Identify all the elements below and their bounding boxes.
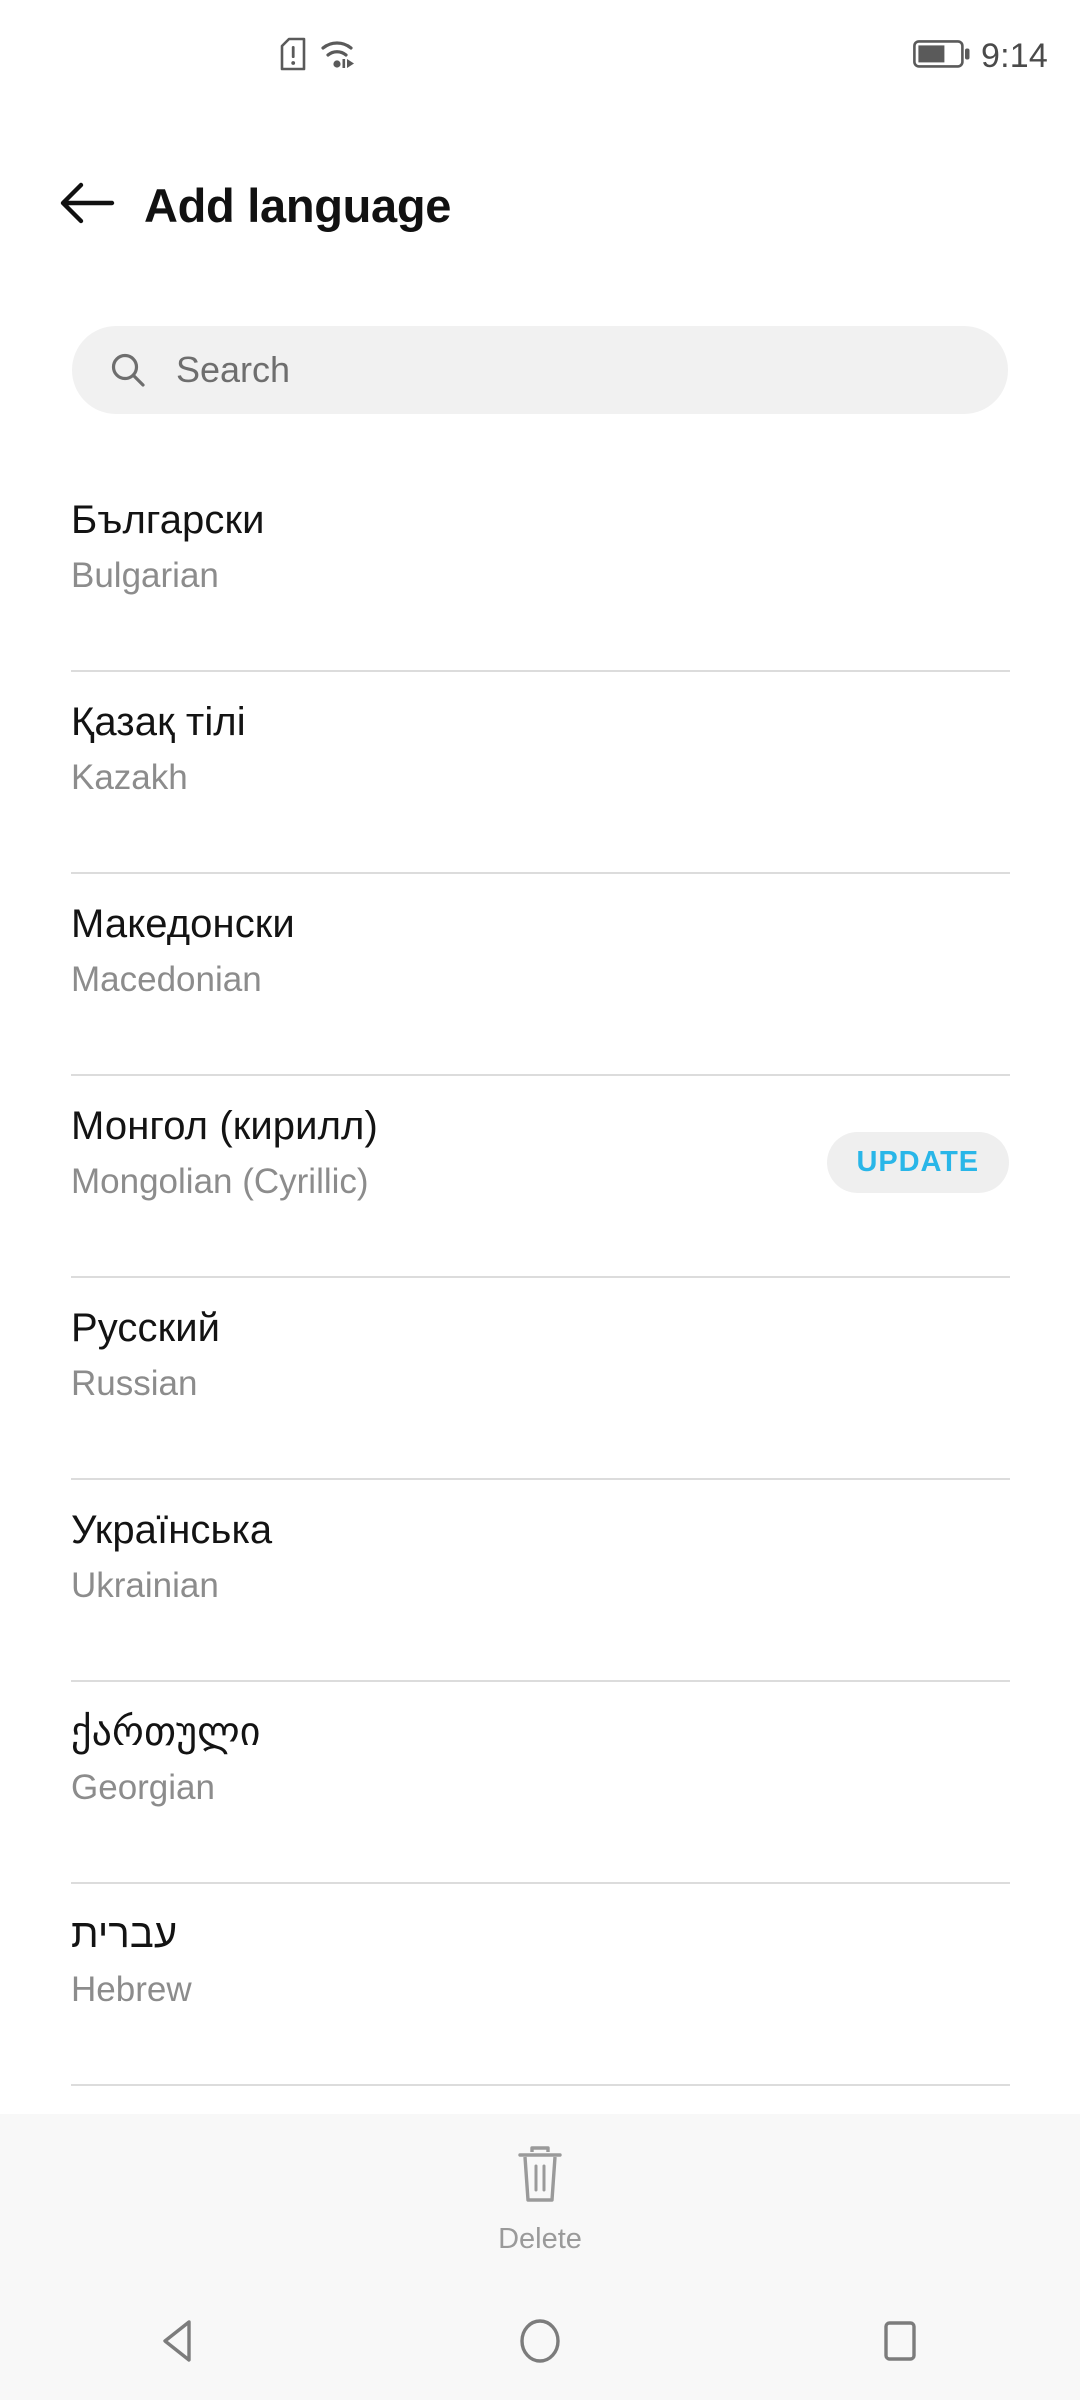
- status-bar: 9:14: [0, 0, 1080, 112]
- nav-back-button[interactable]: [105, 2286, 255, 2400]
- language-english-name: Georgian: [71, 1767, 215, 1807]
- phone-screen: 9:14 Add language Search Български Bulgar…: [0, 0, 1080, 2400]
- language-row[interactable]: Български Bulgarian: [0, 470, 1080, 672]
- language-row[interactable]: Русский Russian: [0, 1278, 1080, 1480]
- language-row-texts: Русский Russian: [71, 1278, 220, 1405]
- language-row[interactable]: Македонски Macedonian: [0, 874, 1080, 1076]
- language-native-name: Русский: [71, 1306, 221, 1350]
- language-english-name: Mongolian (Cyrillic): [71, 1161, 369, 1201]
- sim-card-alert-icon: [280, 37, 306, 76]
- language-english-name: Kazakh: [71, 757, 188, 797]
- language-english-name: Ukrainian: [71, 1565, 219, 1605]
- trash-icon: [512, 2144, 568, 2211]
- language-native-name: Қазақ тілі: [71, 700, 246, 744]
- language-english-name: Bulgarian: [71, 555, 219, 595]
- row-divider: [71, 2084, 1010, 2086]
- language-list: Български Bulgarian Қазақ тілі Kazakh Македо…: [0, 470, 1080, 2086]
- nav-home-button[interactable]: [465, 2286, 615, 2400]
- nav-home-circle-icon: [516, 2315, 564, 2372]
- language-native-name: Македонски: [71, 902, 295, 946]
- bottom-action-bar: Delete: [0, 2114, 1080, 2286]
- language-row[interactable]: Українська Ukrainian: [0, 1480, 1080, 1682]
- delete-button[interactable]: Delete: [498, 2144, 582, 2256]
- language-row[interactable]: Қазақ тілі Kazakh: [0, 672, 1080, 874]
- language-english-name: Hebrew: [71, 1969, 192, 2009]
- nav-recents-button[interactable]: [825, 2286, 975, 2400]
- battery-icon: [913, 39, 971, 74]
- wifi-icon: [320, 37, 358, 76]
- delete-label: Delete: [498, 2223, 582, 2255]
- language-row[interactable]: ქართული Georgian: [0, 1682, 1080, 1884]
- language-row-texts: עברית Hebrew: [71, 1884, 192, 2011]
- arrow-left-icon: [58, 180, 116, 231]
- language-native-name: Български: [71, 498, 265, 542]
- nav-back-triangle-icon: [157, 2317, 203, 2370]
- language-row[interactable]: עברית Hebrew: [0, 1884, 1080, 2086]
- search-icon: [108, 350, 148, 390]
- search-field[interactable]: Search: [72, 326, 1008, 414]
- back-button[interactable]: [44, 162, 130, 248]
- system-navigation-bar: [0, 2286, 1080, 2400]
- nav-recents-square-icon: [877, 2317, 923, 2370]
- search-placeholder: Search: [176, 349, 291, 390]
- language-row-texts: Қазақ тілі Kazakh: [71, 672, 246, 799]
- language-row-texts: Македонски Macedonian: [71, 874, 295, 1001]
- update-button[interactable]: UPDATE: [826, 1132, 1009, 1193]
- language-native-name: עברית: [71, 1912, 178, 1956]
- language-native-name: Монгол (кирилл): [71, 1104, 378, 1148]
- language-row[interactable]: Монгол (кирилл) Mongolian (Cyrillic) UPDAT…: [0, 1076, 1080, 1278]
- language-english-name: Macedonian: [71, 959, 262, 999]
- language-row-texts: Українська Ukrainian: [71, 1480, 272, 1607]
- status-bar-right: 9:14: [913, 0, 1048, 112]
- page-title: Add language: [144, 178, 452, 232]
- language-native-name: Українська: [71, 1508, 273, 1552]
- language-row-texts: ქართული Georgian: [71, 1682, 261, 1809]
- status-bar-left-icons: [280, 37, 358, 76]
- language-english-name: Russian: [71, 1363, 198, 1403]
- language-row-texts: Монгол (кирилл) Mongolian (Cyrillic): [71, 1076, 378, 1203]
- app-bar: Add language: [0, 150, 1080, 260]
- language-row-texts: Български Bulgarian: [71, 470, 265, 597]
- status-bar-clock: 9:14: [981, 36, 1048, 75]
- language-native-name: ქართული: [71, 1710, 261, 1754]
